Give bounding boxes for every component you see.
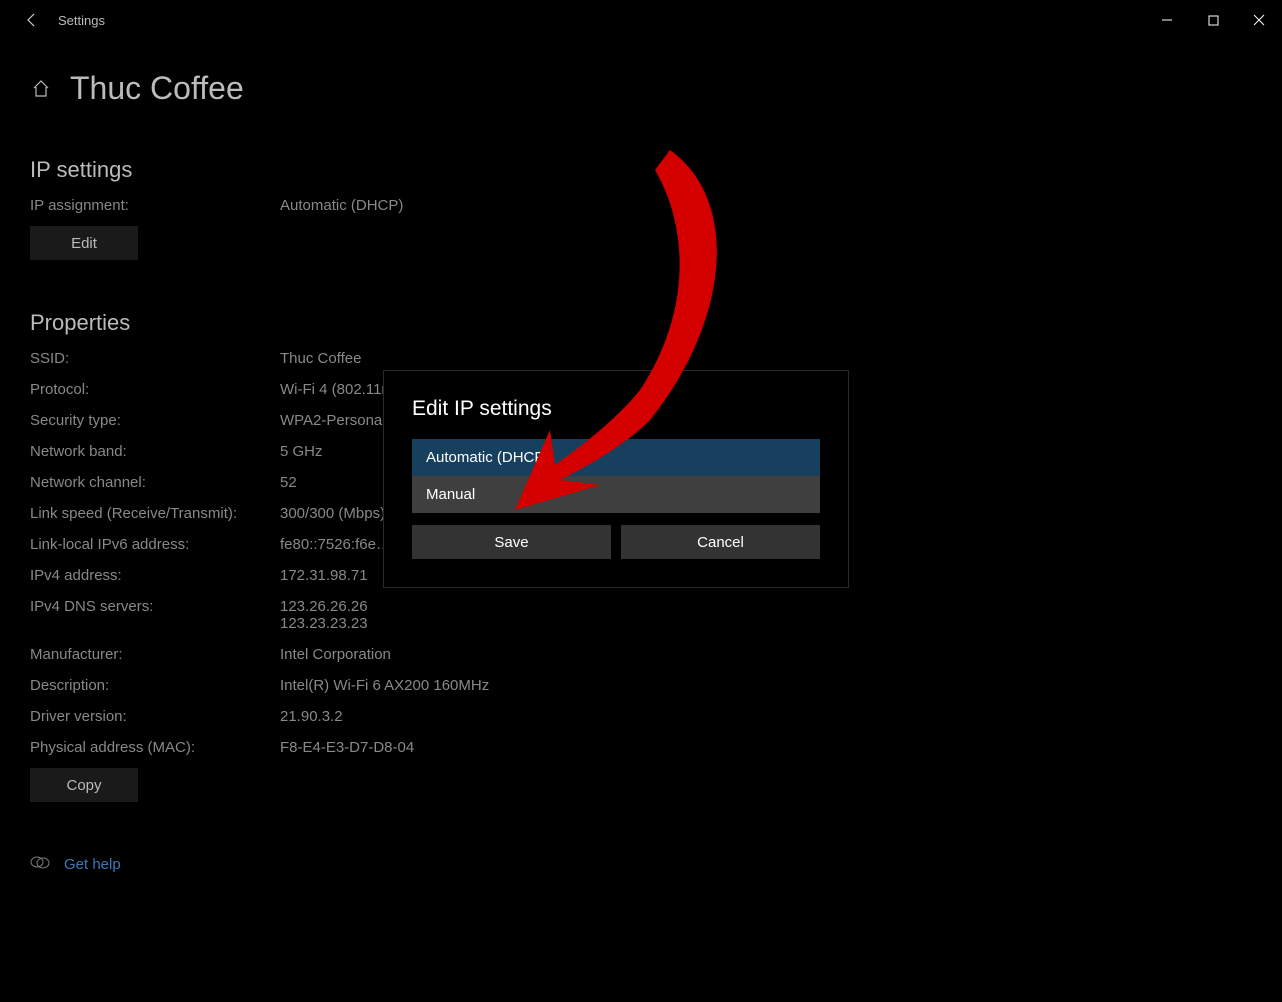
property-row: Physical address (MAC):F8-E4-E3-D7-D8-04 bbox=[30, 739, 1252, 756]
dropdown-option-manual[interactable]: Manual bbox=[412, 476, 820, 513]
property-label: Network channel: bbox=[30, 474, 280, 491]
property-value: Intel(R) Wi-Fi 6 AX200 160MHz bbox=[280, 677, 489, 694]
ip-assignment-row: IP assignment: Automatic (DHCP) bbox=[30, 197, 1252, 214]
property-value: 300/300 (Mbps) bbox=[280, 505, 385, 522]
back-button[interactable] bbox=[10, 12, 54, 28]
property-value: 123.26.26.26 123.23.23.23 bbox=[280, 598, 368, 632]
properties-heading: Properties bbox=[30, 310, 1252, 336]
cancel-button[interactable]: Cancel bbox=[621, 525, 820, 559]
property-value: F8-E4-E3-D7-D8-04 bbox=[280, 739, 414, 756]
property-label: Link speed (Receive/Transmit): bbox=[30, 505, 280, 522]
ip-settings-dropdown[interactable]: Automatic (DHCP) Manual bbox=[412, 439, 820, 513]
property-label: Network band: bbox=[30, 443, 280, 460]
property-row: SSID:Thuc Coffee bbox=[30, 350, 1252, 367]
edit-button[interactable]: Edit bbox=[30, 226, 138, 260]
titlebar: Settings bbox=[0, 0, 1282, 40]
maximize-button[interactable] bbox=[1190, 0, 1236, 40]
property-value: Thuc Coffee bbox=[280, 350, 361, 367]
property-label: Description: bbox=[30, 677, 280, 694]
property-label: IPv4 DNS servers: bbox=[30, 598, 280, 632]
property-label: Link-local IPv6 address: bbox=[30, 536, 280, 553]
property-value: 52 bbox=[280, 474, 297, 491]
dialog-buttons: Save Cancel bbox=[412, 525, 820, 559]
dialog-title: Edit IP settings bbox=[412, 397, 820, 421]
property-value: 21.90.3.2 bbox=[280, 708, 343, 725]
minimize-icon bbox=[1161, 14, 1173, 26]
get-help-link[interactable]: Get help bbox=[64, 856, 121, 873]
home-icon bbox=[31, 79, 51, 99]
minimize-button[interactable] bbox=[1144, 0, 1190, 40]
property-row: Manufacturer:Intel Corporation bbox=[30, 646, 1252, 663]
dropdown-option-automatic[interactable]: Automatic (DHCP) bbox=[412, 439, 820, 476]
close-button[interactable] bbox=[1236, 0, 1282, 40]
property-label: Manufacturer: bbox=[30, 646, 280, 663]
help-section: Get help bbox=[30, 852, 1252, 877]
property-value: Intel Corporation bbox=[280, 646, 391, 663]
property-label: Driver version: bbox=[30, 708, 280, 725]
property-label: Security type: bbox=[30, 412, 280, 429]
close-icon bbox=[1253, 14, 1265, 26]
property-label: Protocol: bbox=[30, 381, 280, 398]
help-icon bbox=[30, 852, 50, 877]
property-value: 172.31.98.71 bbox=[280, 567, 368, 584]
window-title: Settings bbox=[58, 13, 105, 28]
copy-button[interactable]: Copy bbox=[30, 768, 138, 802]
page-header: Thuc Coffee bbox=[30, 70, 1252, 107]
property-label: IPv4 address: bbox=[30, 567, 280, 584]
property-value: WPA2-Personal bbox=[280, 412, 386, 429]
save-button[interactable]: Save bbox=[412, 525, 611, 559]
page-title: Thuc Coffee bbox=[70, 70, 244, 107]
property-value: fe80::7526:f6e… bbox=[280, 536, 391, 553]
ip-settings-heading: IP settings bbox=[30, 157, 1252, 183]
window-controls bbox=[1144, 0, 1282, 40]
property-value: Wi-Fi 4 (802.11n) bbox=[280, 381, 395, 398]
ip-assignment-value: Automatic (DHCP) bbox=[280, 197, 403, 214]
home-button[interactable] bbox=[30, 78, 52, 100]
edit-ip-settings-dialog: Edit IP settings Automatic (DHCP) Manual… bbox=[383, 370, 849, 588]
property-label: Physical address (MAC): bbox=[30, 739, 280, 756]
property-label: SSID: bbox=[30, 350, 280, 367]
property-row: Driver version:21.90.3.2 bbox=[30, 708, 1252, 725]
arrow-left-icon bbox=[24, 12, 40, 28]
ip-assignment-label: IP assignment: bbox=[30, 197, 280, 214]
property-value: 5 GHz bbox=[280, 443, 323, 460]
maximize-icon bbox=[1208, 15, 1219, 26]
property-row: Description:Intel(R) Wi-Fi 6 AX200 160MH… bbox=[30, 677, 1252, 694]
property-row: IPv4 DNS servers:123.26.26.26 123.23.23.… bbox=[30, 598, 1252, 632]
